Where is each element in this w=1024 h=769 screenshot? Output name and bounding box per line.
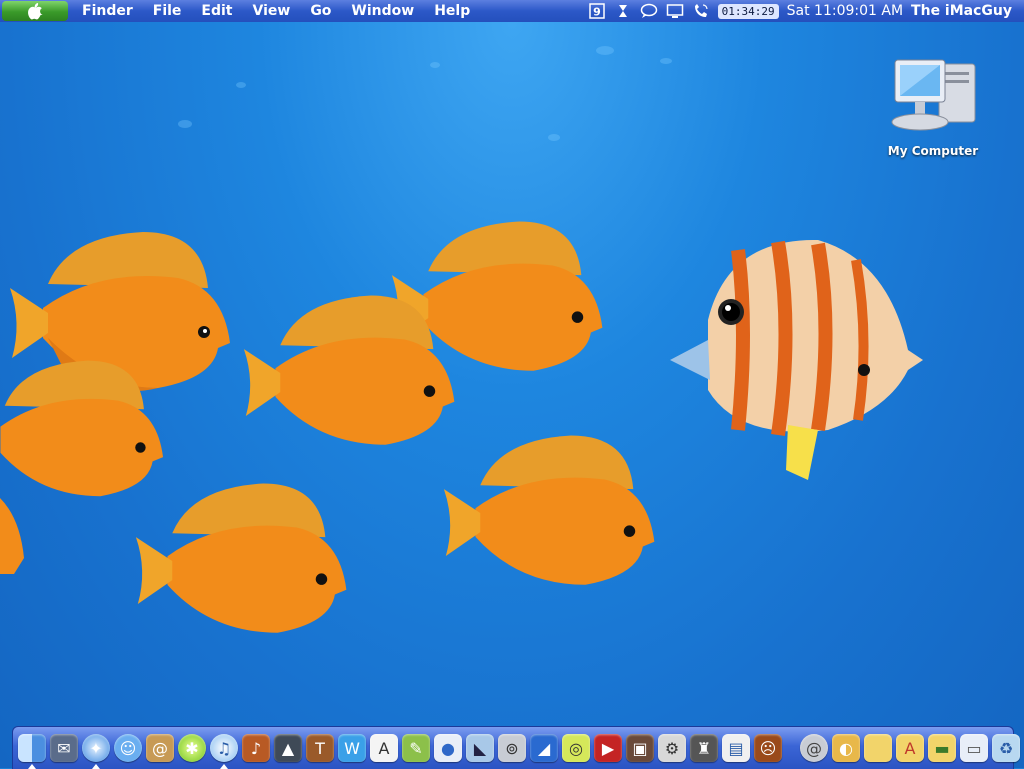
photo-browser-icon[interactable]: ▣ xyxy=(626,734,654,762)
apple-menu[interactable] xyxy=(2,1,68,21)
system-profiler-icon[interactable]: ⚙ xyxy=(658,734,686,762)
os9-icon[interactable]: 9 xyxy=(588,3,606,19)
address-book-icon[interactable]: @ xyxy=(146,734,174,762)
applications-folder-icon[interactable]: A xyxy=(896,734,924,762)
stool-icon[interactable]: T xyxy=(306,734,334,762)
computer-icon xyxy=(891,59,976,131)
ichat-icon[interactable]: ☺ xyxy=(114,734,142,762)
safari-icon[interactable]: ✦ xyxy=(82,734,110,769)
menu-file[interactable]: File xyxy=(143,3,192,19)
bubble xyxy=(178,120,192,128)
disk-utility-icon[interactable]: ⊚ xyxy=(498,734,526,762)
folder-icon[interactable] xyxy=(864,734,892,762)
user-menu[interactable]: The iMacGuy xyxy=(911,3,1012,19)
svg-text:9: 9 xyxy=(593,6,601,19)
at-sign-icon[interactable]: @ xyxy=(800,734,828,762)
finder-icon[interactable] xyxy=(18,734,46,769)
menu-edit[interactable]: Edit xyxy=(191,3,242,19)
menu-go[interactable]: Go xyxy=(300,3,341,19)
ichat-icon[interactable] xyxy=(640,3,658,19)
guitar-icon[interactable]: ♪ xyxy=(242,734,270,762)
bubble xyxy=(430,62,440,68)
lime-icon[interactable]: ✱ xyxy=(178,734,206,762)
globe-folder-icon[interactable]: ◐ xyxy=(832,734,860,762)
dock-docs: @ ◐ A ▬ ▭ ♻ xyxy=(795,734,1024,762)
pdf-doc-icon[interactable]: ▤ xyxy=(722,734,750,762)
timer-readout[interactable]: 01:34:29 xyxy=(717,3,779,19)
window-icon[interactable]: ▭ xyxy=(960,734,988,762)
itunes-icon[interactable]: ♫ xyxy=(210,734,238,769)
phone-icon[interactable] xyxy=(692,3,710,19)
pencil-icon[interactable]: ✎ xyxy=(402,734,430,762)
blue-book-icon[interactable]: ◢ xyxy=(530,734,558,762)
race-car-icon[interactable]: ▶ xyxy=(594,734,622,762)
cd-burn-icon[interactable]: ◎ xyxy=(562,734,590,762)
script-icon[interactable] xyxy=(614,3,632,19)
apple-icon xyxy=(28,3,43,20)
doom-icon[interactable]: ☹ xyxy=(754,734,782,762)
tang-fish xyxy=(243,295,455,445)
desktop-icon-label: My Computer xyxy=(887,144,979,158)
writer-icon[interactable]: W xyxy=(338,734,366,762)
apple-store-icon[interactable]: ● xyxy=(434,734,462,762)
menu-extras: 9 01:34:29 Sat 11:09:01 AM The iMacGuy xyxy=(588,3,1024,19)
desktop: My Computer xyxy=(0,22,1024,768)
textedit-icon[interactable]: A xyxy=(370,734,398,762)
bubble xyxy=(548,134,560,141)
butterfly-fish xyxy=(670,239,923,480)
tang-fish-partial xyxy=(0,498,24,574)
preview-icon[interactable]: ◣ xyxy=(466,734,494,762)
iphoto-icon[interactable]: ▲ xyxy=(274,734,302,762)
bubble xyxy=(236,82,246,88)
trash-icon[interactable]: ♻ xyxy=(992,734,1020,762)
bubble xyxy=(660,58,672,64)
tang-fish xyxy=(443,435,655,585)
display-icon[interactable] xyxy=(666,3,684,19)
dock-apps: ✉ ✦ ☺ @ ✱ ♫ ♪ ▲ T W A ✎ ● ◣ ⊚ ◢ ◎ ▶ ▣ ⚙ … xyxy=(13,734,787,769)
menu-window[interactable]: Window xyxy=(341,3,424,19)
green-folder-icon[interactable]: ▬ xyxy=(928,734,956,762)
hat-stand-icon[interactable]: ♜ xyxy=(690,734,718,762)
menu-help[interactable]: Help xyxy=(424,3,480,19)
bubble xyxy=(596,46,614,55)
dock: ✉ ✦ ☺ @ ✱ ♫ ♪ ▲ T W A ✎ ● ◣ ⊚ ◢ ◎ ▶ ▣ ⚙ … xyxy=(12,726,1020,769)
desktop-icon-my-computer[interactable]: My Computer xyxy=(878,56,988,158)
menu-clock[interactable]: Sat 11:09:01 AM xyxy=(787,3,903,19)
menu-view[interactable]: View xyxy=(242,3,300,19)
menu-bar: Finder File Edit View Go Window Help 9 0… xyxy=(0,0,1024,23)
tang-fish xyxy=(135,483,347,633)
mail-stamp-icon[interactable]: ✉ xyxy=(50,734,78,762)
menu-finder[interactable]: Finder xyxy=(68,3,143,19)
